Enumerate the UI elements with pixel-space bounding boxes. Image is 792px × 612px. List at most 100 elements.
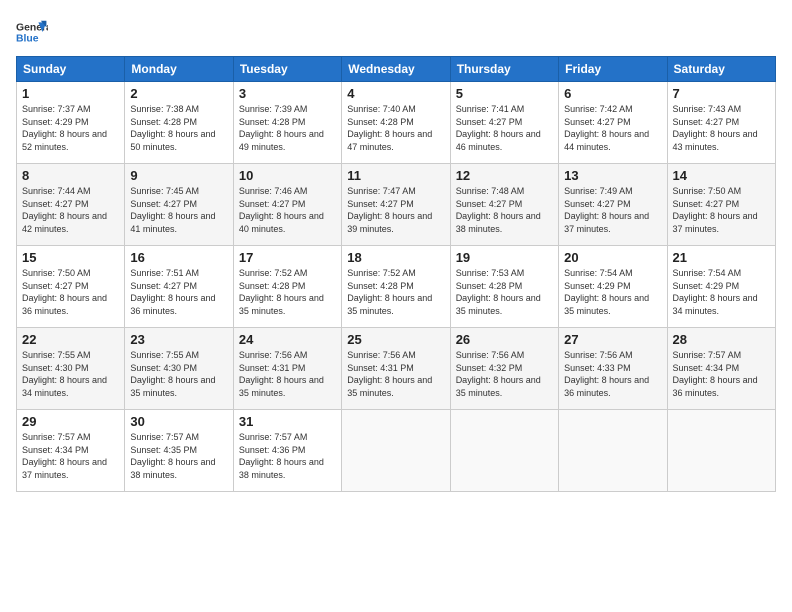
day-number: 5 <box>456 86 553 101</box>
calendar-day-cell <box>342 410 450 492</box>
calendar-week-row: 29 Sunrise: 7:57 AMSunset: 4:34 PMDaylig… <box>17 410 776 492</box>
day-number: 27 <box>564 332 661 347</box>
calendar-day-cell: 17 Sunrise: 7:52 AMSunset: 4:28 PMDaylig… <box>233 246 341 328</box>
day-number: 15 <box>22 250 119 265</box>
calendar-day-cell: 5 Sunrise: 7:41 AMSunset: 4:27 PMDayligh… <box>450 82 558 164</box>
day-number: 9 <box>130 168 227 183</box>
day-info: Sunrise: 7:40 AMSunset: 4:28 PMDaylight:… <box>347 104 432 152</box>
day-info: Sunrise: 7:47 AMSunset: 4:27 PMDaylight:… <box>347 186 432 234</box>
calendar-header-row: SundayMondayTuesdayWednesdayThursdayFrid… <box>17 57 776 82</box>
day-number: 31 <box>239 414 336 429</box>
calendar-body: 1 Sunrise: 7:37 AMSunset: 4:29 PMDayligh… <box>17 82 776 492</box>
day-number: 25 <box>347 332 444 347</box>
calendar-week-row: 8 Sunrise: 7:44 AMSunset: 4:27 PMDayligh… <box>17 164 776 246</box>
calendar-day-cell: 9 Sunrise: 7:45 AMSunset: 4:27 PMDayligh… <box>125 164 233 246</box>
day-info: Sunrise: 7:57 AMSunset: 4:34 PMDaylight:… <box>673 350 758 398</box>
day-info: Sunrise: 7:50 AMSunset: 4:27 PMDaylight:… <box>22 268 107 316</box>
day-number: 28 <box>673 332 770 347</box>
day-number: 2 <box>130 86 227 101</box>
day-info: Sunrise: 7:56 AMSunset: 4:31 PMDaylight:… <box>347 350 432 398</box>
calendar-day-cell: 20 Sunrise: 7:54 AMSunset: 4:29 PMDaylig… <box>559 246 667 328</box>
day-info: Sunrise: 7:44 AMSunset: 4:27 PMDaylight:… <box>22 186 107 234</box>
weekday-header-saturday: Saturday <box>667 57 775 82</box>
day-info: Sunrise: 7:48 AMSunset: 4:27 PMDaylight:… <box>456 186 541 234</box>
calendar-day-cell <box>667 410 775 492</box>
calendar-day-cell: 3 Sunrise: 7:39 AMSunset: 4:28 PMDayligh… <box>233 82 341 164</box>
day-info: Sunrise: 7:52 AMSunset: 4:28 PMDaylight:… <box>239 268 324 316</box>
calendar-day-cell: 26 Sunrise: 7:56 AMSunset: 4:32 PMDaylig… <box>450 328 558 410</box>
calendar-day-cell: 24 Sunrise: 7:56 AMSunset: 4:31 PMDaylig… <box>233 328 341 410</box>
day-number: 26 <box>456 332 553 347</box>
svg-text:Blue: Blue <box>16 34 39 45</box>
weekday-header-tuesday: Tuesday <box>233 57 341 82</box>
calendar-day-cell <box>559 410 667 492</box>
calendar-day-cell: 19 Sunrise: 7:53 AMSunset: 4:28 PMDaylig… <box>450 246 558 328</box>
weekday-header-wednesday: Wednesday <box>342 57 450 82</box>
day-info: Sunrise: 7:52 AMSunset: 4:28 PMDaylight:… <box>347 268 432 316</box>
calendar-day-cell: 4 Sunrise: 7:40 AMSunset: 4:28 PMDayligh… <box>342 82 450 164</box>
day-number: 1 <box>22 86 119 101</box>
day-number: 29 <box>22 414 119 429</box>
calendar-day-cell: 27 Sunrise: 7:56 AMSunset: 4:33 PMDaylig… <box>559 328 667 410</box>
day-info: Sunrise: 7:42 AMSunset: 4:27 PMDaylight:… <box>564 104 649 152</box>
day-number: 10 <box>239 168 336 183</box>
day-info: Sunrise: 7:41 AMSunset: 4:27 PMDaylight:… <box>456 104 541 152</box>
calendar-day-cell: 6 Sunrise: 7:42 AMSunset: 4:27 PMDayligh… <box>559 82 667 164</box>
calendar-day-cell: 29 Sunrise: 7:57 AMSunset: 4:34 PMDaylig… <box>17 410 125 492</box>
day-number: 30 <box>130 414 227 429</box>
day-number: 20 <box>564 250 661 265</box>
calendar-week-row: 1 Sunrise: 7:37 AMSunset: 4:29 PMDayligh… <box>17 82 776 164</box>
day-number: 6 <box>564 86 661 101</box>
calendar-week-row: 15 Sunrise: 7:50 AMSunset: 4:27 PMDaylig… <box>17 246 776 328</box>
logo: General Blue <box>16 16 48 48</box>
day-info: Sunrise: 7:53 AMSunset: 4:28 PMDaylight:… <box>456 268 541 316</box>
calendar-day-cell: 18 Sunrise: 7:52 AMSunset: 4:28 PMDaylig… <box>342 246 450 328</box>
calendar-day-cell: 8 Sunrise: 7:44 AMSunset: 4:27 PMDayligh… <box>17 164 125 246</box>
day-number: 22 <box>22 332 119 347</box>
day-info: Sunrise: 7:54 AMSunset: 4:29 PMDaylight:… <box>564 268 649 316</box>
calendar-day-cell: 1 Sunrise: 7:37 AMSunset: 4:29 PMDayligh… <box>17 82 125 164</box>
calendar-day-cell: 10 Sunrise: 7:46 AMSunset: 4:27 PMDaylig… <box>233 164 341 246</box>
calendar-day-cell: 16 Sunrise: 7:51 AMSunset: 4:27 PMDaylig… <box>125 246 233 328</box>
day-number: 21 <box>673 250 770 265</box>
weekday-header-friday: Friday <box>559 57 667 82</box>
weekday-header-thursday: Thursday <box>450 57 558 82</box>
day-info: Sunrise: 7:56 AMSunset: 4:33 PMDaylight:… <box>564 350 649 398</box>
day-number: 13 <box>564 168 661 183</box>
day-number: 23 <box>130 332 227 347</box>
day-info: Sunrise: 7:56 AMSunset: 4:31 PMDaylight:… <box>239 350 324 398</box>
day-info: Sunrise: 7:57 AMSunset: 4:34 PMDaylight:… <box>22 432 107 480</box>
day-number: 12 <box>456 168 553 183</box>
day-info: Sunrise: 7:38 AMSunset: 4:28 PMDaylight:… <box>130 104 215 152</box>
day-number: 11 <box>347 168 444 183</box>
day-number: 4 <box>347 86 444 101</box>
calendar-week-row: 22 Sunrise: 7:55 AMSunset: 4:30 PMDaylig… <box>17 328 776 410</box>
day-number: 19 <box>456 250 553 265</box>
calendar-day-cell: 28 Sunrise: 7:57 AMSunset: 4:34 PMDaylig… <box>667 328 775 410</box>
day-number: 7 <box>673 86 770 101</box>
day-number: 24 <box>239 332 336 347</box>
day-info: Sunrise: 7:45 AMSunset: 4:27 PMDaylight:… <box>130 186 215 234</box>
calendar-day-cell <box>450 410 558 492</box>
calendar-day-cell: 30 Sunrise: 7:57 AMSunset: 4:35 PMDaylig… <box>125 410 233 492</box>
calendar-day-cell: 7 Sunrise: 7:43 AMSunset: 4:27 PMDayligh… <box>667 82 775 164</box>
calendar-day-cell: 23 Sunrise: 7:55 AMSunset: 4:30 PMDaylig… <box>125 328 233 410</box>
calendar-day-cell: 11 Sunrise: 7:47 AMSunset: 4:27 PMDaylig… <box>342 164 450 246</box>
day-number: 16 <box>130 250 227 265</box>
calendar-day-cell: 12 Sunrise: 7:48 AMSunset: 4:27 PMDaylig… <box>450 164 558 246</box>
day-number: 3 <box>239 86 336 101</box>
day-info: Sunrise: 7:49 AMSunset: 4:27 PMDaylight:… <box>564 186 649 234</box>
weekday-header-sunday: Sunday <box>17 57 125 82</box>
logo-icon: General Blue <box>16 16 48 48</box>
calendar-day-cell: 21 Sunrise: 7:54 AMSunset: 4:29 PMDaylig… <box>667 246 775 328</box>
header: General Blue <box>16 16 776 48</box>
day-info: Sunrise: 7:55 AMSunset: 4:30 PMDaylight:… <box>22 350 107 398</box>
day-info: Sunrise: 7:55 AMSunset: 4:30 PMDaylight:… <box>130 350 215 398</box>
day-info: Sunrise: 7:50 AMSunset: 4:27 PMDaylight:… <box>673 186 758 234</box>
day-info: Sunrise: 7:56 AMSunset: 4:32 PMDaylight:… <box>456 350 541 398</box>
calendar-day-cell: 2 Sunrise: 7:38 AMSunset: 4:28 PMDayligh… <box>125 82 233 164</box>
day-number: 17 <box>239 250 336 265</box>
day-info: Sunrise: 7:57 AMSunset: 4:35 PMDaylight:… <box>130 432 215 480</box>
calendar-table: SundayMondayTuesdayWednesdayThursdayFrid… <box>16 56 776 492</box>
calendar-day-cell: 25 Sunrise: 7:56 AMSunset: 4:31 PMDaylig… <box>342 328 450 410</box>
